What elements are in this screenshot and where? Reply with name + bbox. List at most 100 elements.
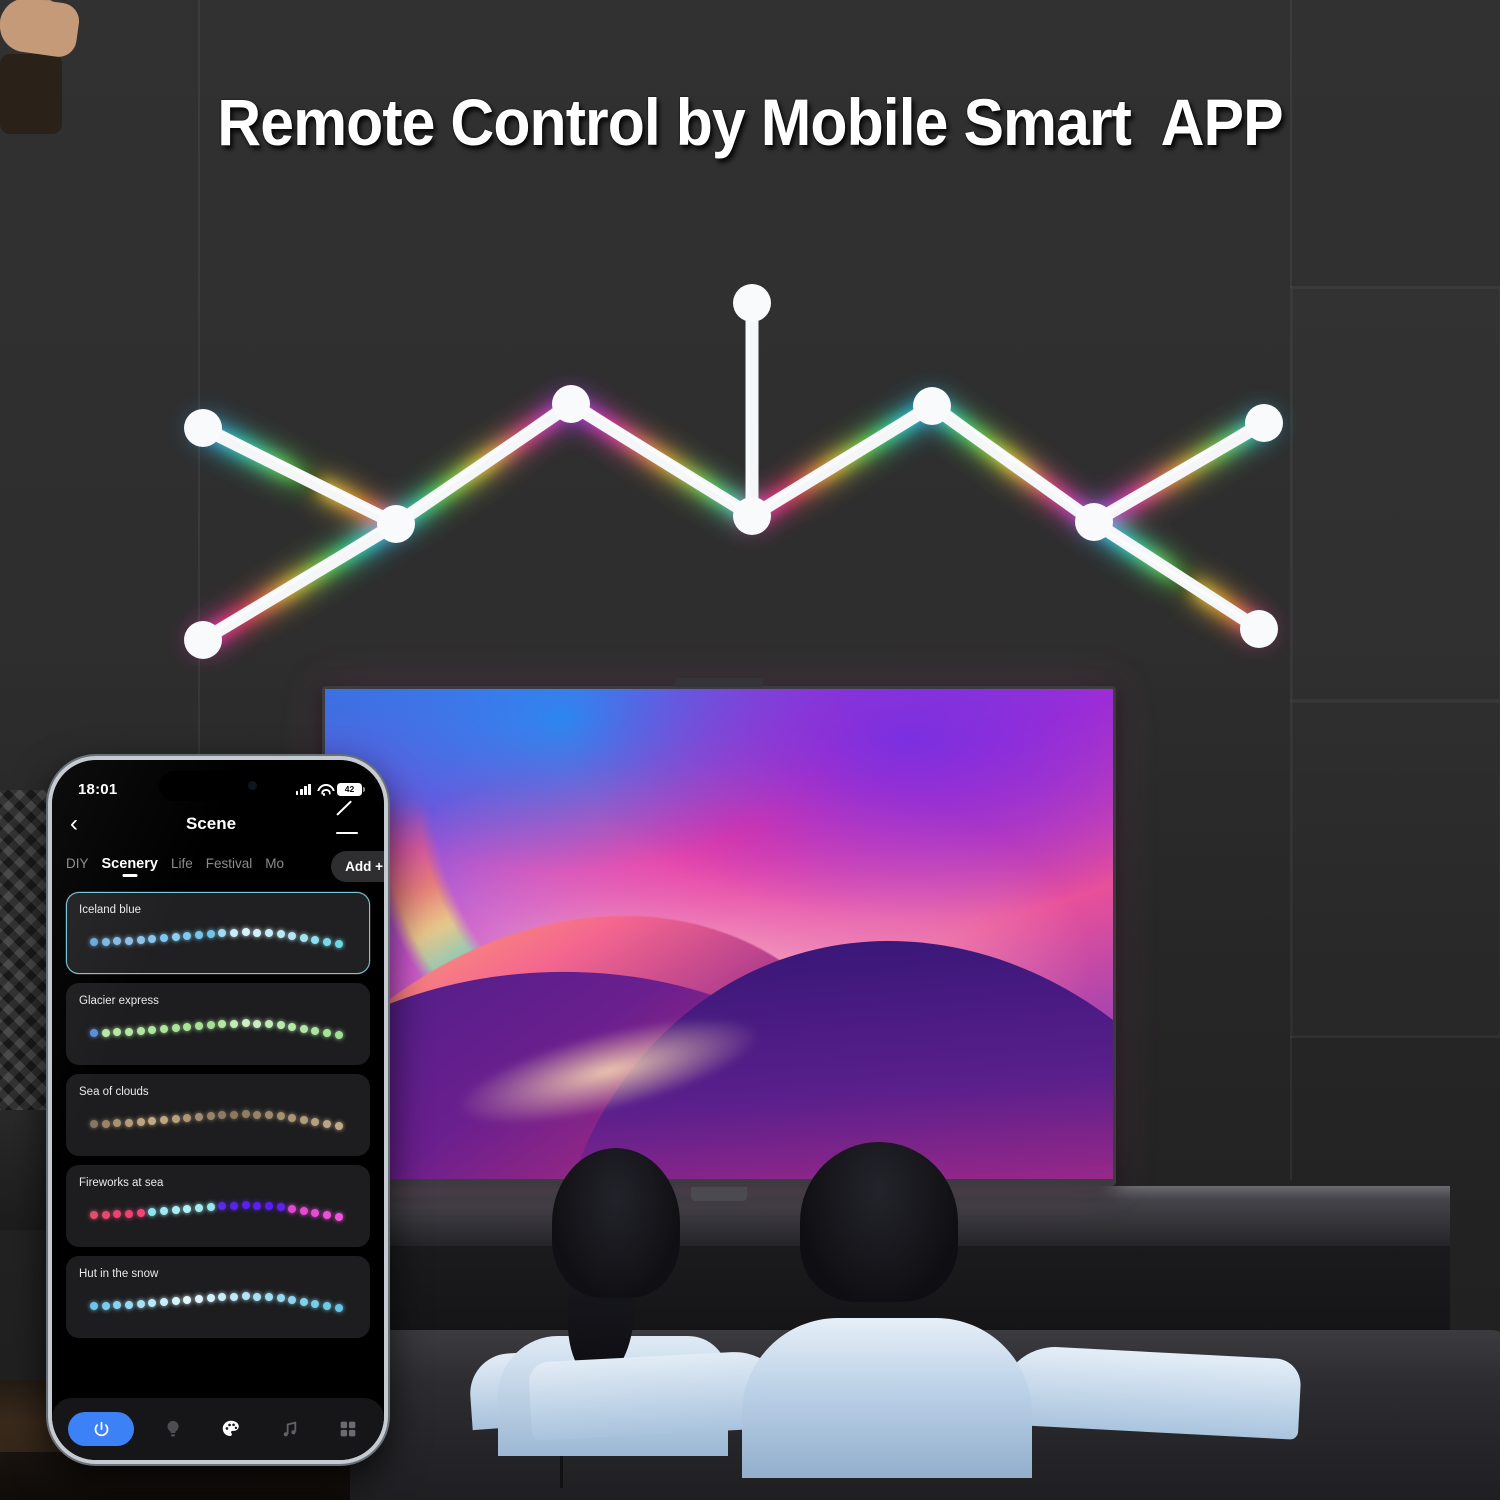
color-dot: [323, 1120, 332, 1128]
television: [322, 678, 1116, 1201]
color-dot: [206, 1112, 215, 1120]
navigation-bar: ‹ Scene: [52, 800, 384, 844]
color-dot: [148, 1117, 157, 1126]
color-dot: [148, 935, 157, 944]
color-dot: [229, 1292, 238, 1301]
color-dot: [101, 1119, 110, 1128]
scene-card[interactable]: Glacier express: [66, 983, 370, 1065]
scene-color-preview: [79, 1286, 357, 1320]
color-dot: [113, 937, 122, 946]
color-dot: [323, 1029, 332, 1037]
color-dot: [90, 938, 99, 946]
color-dot: [218, 1293, 227, 1302]
color-dot: [323, 938, 332, 946]
color-dot: [101, 937, 110, 946]
color-dot: [241, 1292, 250, 1301]
color-dot: [206, 1021, 215, 1029]
color-dot: [323, 1211, 332, 1219]
color-dot: [334, 1213, 343, 1222]
color-dot: [136, 1209, 145, 1218]
color-dot: [101, 1028, 110, 1037]
color-dot: [323, 1302, 332, 1310]
color-dot: [194, 931, 203, 940]
add-scene-button[interactable]: Add +: [331, 850, 384, 882]
grid-icon: [340, 1421, 356, 1437]
man-right-arm: [998, 1344, 1302, 1440]
color-dot: [160, 1116, 169, 1125]
status-time: 18:01: [78, 780, 118, 798]
color-dot: [206, 930, 215, 938]
color-dot: [253, 1019, 262, 1028]
pencil-icon[interactable]: [332, 800, 366, 837]
color-dot: [241, 1110, 250, 1119]
grid-button[interactable]: [328, 1418, 368, 1440]
color-dot: [288, 1022, 297, 1031]
color-dot: [311, 1117, 320, 1126]
color-dot: [218, 1020, 227, 1029]
scene-card[interactable]: Sea of clouds: [66, 1074, 370, 1156]
color-dot: [311, 1208, 320, 1217]
color-dot: [148, 1208, 157, 1217]
music-button[interactable]: [270, 1418, 310, 1440]
scene-color-preview: [79, 1013, 357, 1047]
color-dot: [160, 1025, 169, 1034]
scene-card[interactable]: Fireworks at sea: [66, 1165, 370, 1247]
color-dot: [136, 1118, 145, 1127]
page-title: Scene: [185, 814, 237, 833]
color-dot: [194, 1295, 203, 1304]
palette-button[interactable]: [211, 1418, 251, 1440]
color-dot: [229, 1019, 238, 1028]
color-dot: [206, 1294, 215, 1302]
wall-panel: [1292, 702, 1500, 1036]
scene-card[interactable]: Iceland blue: [66, 892, 370, 974]
smartphone: 18:01 42 ‹ Scene DIY Scenery Life Festival M…: [48, 756, 388, 1464]
tv-screen: [325, 689, 1113, 1179]
color-dot: [276, 1021, 285, 1030]
tab-life[interactable]: Life: [171, 856, 193, 876]
color-dot: [171, 1024, 180, 1033]
color-dot: [288, 1295, 297, 1304]
color-dot: [183, 932, 192, 941]
color-dot: [288, 931, 297, 940]
color-dot: [276, 930, 285, 939]
bottom-toolbar: [52, 1398, 384, 1460]
scene-name: Iceland blue: [79, 904, 142, 916]
tab-mo[interactable]: Mo: [265, 856, 284, 876]
color-dot: [334, 1031, 343, 1040]
color-dot: [288, 1204, 297, 1213]
color-dot: [299, 1024, 308, 1033]
status-bar: 18:01 42: [52, 760, 384, 804]
tab-scenery[interactable]: Scenery: [102, 856, 158, 877]
color-dot: [136, 1027, 145, 1036]
scene-name: Sea of clouds: [79, 1086, 149, 1098]
scene-card[interactable]: Hut in the snow: [66, 1256, 370, 1338]
scene-list[interactable]: Iceland blue Glacier express Sea of clouds…: [52, 888, 384, 1398]
color-dot: [183, 1023, 192, 1032]
color-dot: [253, 1292, 262, 1301]
color-dot: [206, 1203, 215, 1211]
color-dot: [229, 928, 238, 937]
color-dot: [264, 1202, 273, 1211]
color-dot: [113, 1301, 122, 1310]
color-dot: [125, 936, 134, 945]
color-dot: [241, 1201, 250, 1210]
color-dot: [125, 1209, 134, 1218]
color-dot: [183, 1114, 192, 1123]
power-button[interactable]: [68, 1412, 134, 1446]
scene-name: Glacier express: [79, 995, 159, 1007]
color-dot: [171, 1297, 180, 1306]
color-dot: [194, 1204, 203, 1213]
color-dot: [113, 1119, 122, 1128]
color-dot: [101, 1301, 110, 1310]
color-dot: [241, 1019, 250, 1028]
phone-screen[interactable]: 18:01 42 ‹ Scene DIY Scenery Life Festival M…: [52, 760, 384, 1460]
color-dot: [264, 1111, 273, 1120]
tab-festival[interactable]: Festival: [206, 856, 253, 876]
color-dot: [299, 1297, 308, 1306]
bulb-button[interactable]: [153, 1418, 193, 1440]
color-dot: [125, 1118, 134, 1127]
man-neck: [0, 54, 62, 134]
color-dot: [90, 1302, 99, 1310]
tab-diy[interactable]: DIY: [66, 856, 89, 876]
color-dot: [229, 1201, 238, 1210]
